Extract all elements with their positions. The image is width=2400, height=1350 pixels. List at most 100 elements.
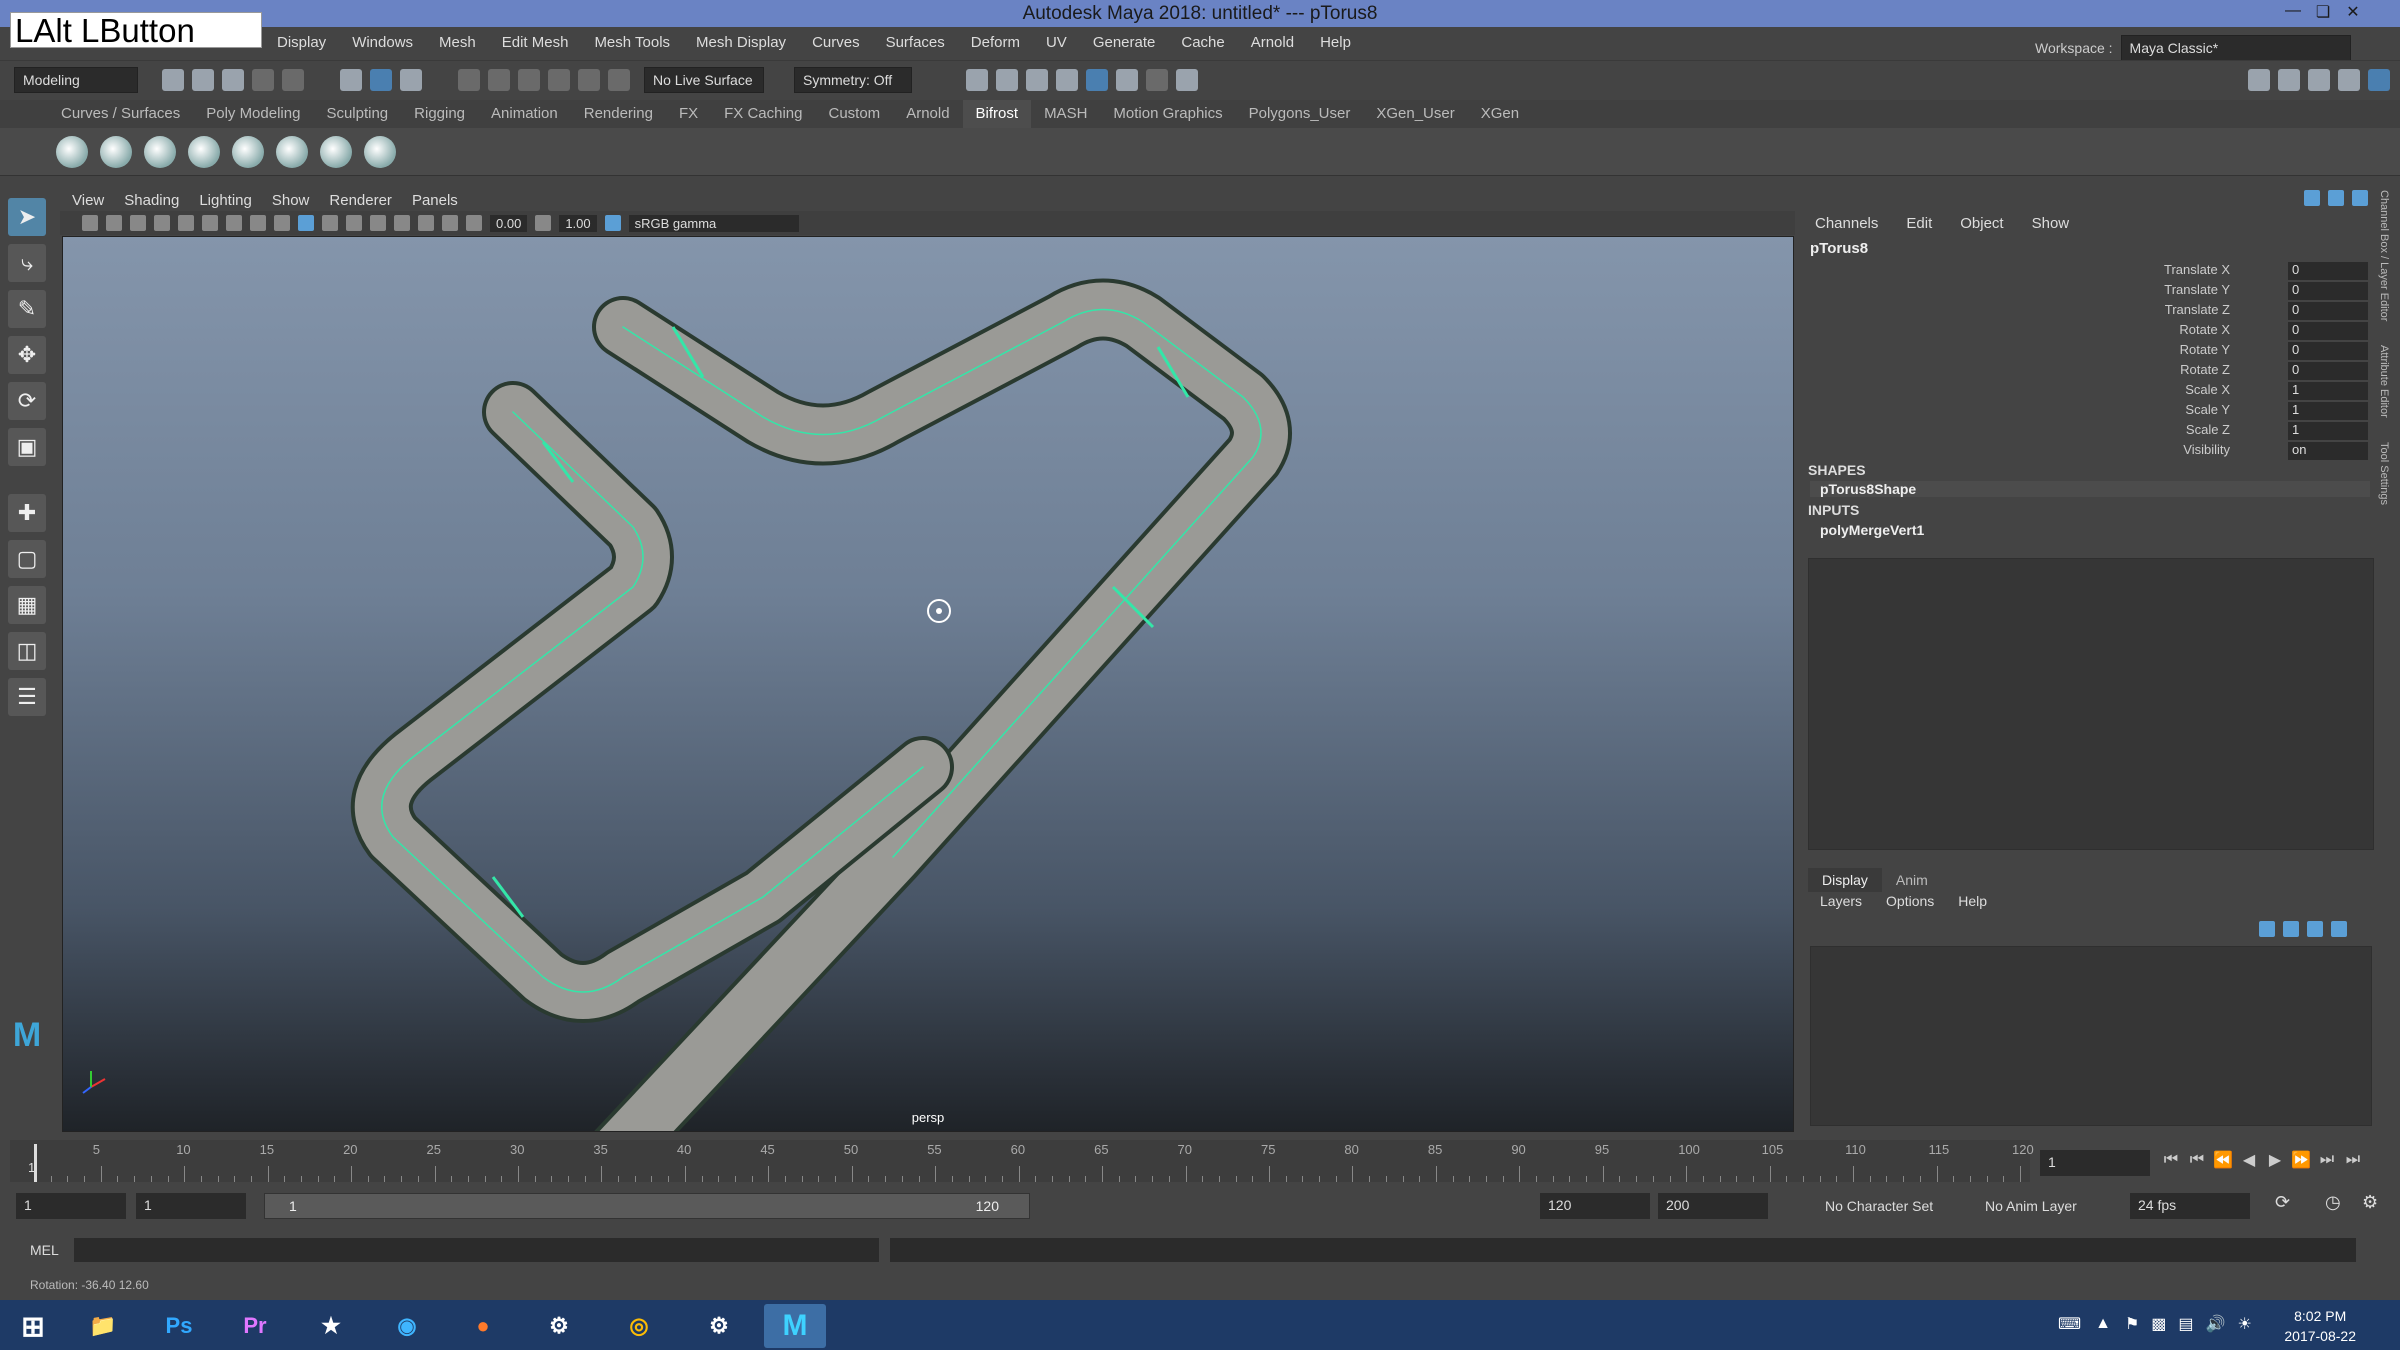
- device-icon[interactable]: ▩: [2151, 1314, 2166, 1334]
- bifrost-emitter-icon[interactable]: [144, 135, 176, 168]
- menu-deform[interactable]: Deform: [971, 34, 1020, 51]
- snap-grid-icon[interactable]: [458, 68, 480, 91]
- select-tool-icon[interactable]: ➤: [8, 198, 46, 236]
- side-tab-channel-box-layer-editor[interactable]: Channel Box / Layer Editor: [2378, 190, 2390, 321]
- resolution-gate-icon[interactable]: [226, 215, 242, 231]
- auto-key-icon[interactable]: ◷: [2325, 1192, 2341, 1213]
- attribute-value-field[interactable]: 0: [2288, 262, 2368, 280]
- flag-icon[interactable]: ⚑: [2125, 1314, 2139, 1334]
- lasso-tool-icon[interactable]: ⤷: [8, 244, 46, 282]
- minimize-button[interactable]: —: [2278, 2, 2308, 24]
- pause-viewport-icon[interactable]: [1176, 68, 1198, 91]
- single-view-icon[interactable]: ▢: [8, 540, 46, 578]
- taskbar-clock[interactable]: 8:02 PM 2017-08-22: [2284, 1306, 2356, 1346]
- workspace-selector[interactable]: Workspace : Maya Classic*: [2035, 35, 2351, 61]
- new-layer-icon[interactable]: [2307, 921, 2323, 937]
- symmetry-menu[interactable]: Symmetry: Off: [794, 66, 912, 93]
- restore-button[interactable]: ❏: [2308, 2, 2338, 24]
- bifrost-foam-icon[interactable]: [276, 135, 308, 168]
- command-input[interactable]: [74, 1238, 879, 1262]
- shelf-tab-motion-graphics[interactable]: Motion Graphics: [1100, 100, 1235, 128]
- channel-box-menu-show[interactable]: Show: [2032, 215, 2070, 232]
- attribute-value-field[interactable]: 1: [2288, 382, 2368, 400]
- snap-point-icon[interactable]: [518, 68, 540, 91]
- shelf-tab-mash[interactable]: MASH: [1031, 100, 1100, 128]
- attribute-row-translate-y[interactable]: Translate Y 0: [1990, 282, 2380, 302]
- shadows-icon[interactable]: [370, 215, 386, 231]
- layer-tab-display[interactable]: Display: [1808, 868, 1882, 892]
- bookmark-icon[interactable]: [130, 215, 146, 231]
- bifrost-aero-icon[interactable]: [100, 135, 132, 168]
- film-gate-icon[interactable]: [202, 215, 218, 231]
- viewport-menu-shading[interactable]: Shading: [124, 192, 179, 209]
- open-scene-icon[interactable]: [192, 68, 214, 91]
- chrome-icon[interactable]: ◎: [608, 1304, 670, 1348]
- move-layer-up-icon[interactable]: [2259, 921, 2275, 937]
- render-setup-icon[interactable]: [1116, 68, 1138, 91]
- viewport-menu-show[interactable]: Show: [272, 192, 310, 209]
- attribute-value-field[interactable]: 0: [2288, 322, 2368, 340]
- shelf-tab-curves-surfaces[interactable]: Curves / Surfaces: [48, 100, 193, 128]
- channel-box-menu-object[interactable]: Object: [1960, 215, 2003, 232]
- menu-arnold[interactable]: Arnold: [1251, 34, 1294, 51]
- select-component-icon[interactable]: [400, 68, 422, 91]
- step-back-icon[interactable]: ⏮: [2184, 1151, 2210, 1169]
- paint-select-tool-icon[interactable]: ✎: [8, 290, 46, 328]
- shelf-tab-xgen[interactable]: XGen: [1468, 100, 1532, 128]
- gamma-field[interactable]: 1.00: [559, 214, 597, 232]
- layer-menu-options[interactable]: Options: [1886, 893, 1934, 909]
- colorspace-dropdown[interactable]: sRGB gamma: [628, 214, 799, 232]
- side-by-side-icon[interactable]: ◫: [8, 632, 46, 670]
- shelf-tab-custom[interactable]: Custom: [816, 100, 894, 128]
- exposure-icon[interactable]: [466, 215, 482, 231]
- new-scene-icon[interactable]: [162, 68, 184, 91]
- command-language-label[interactable]: MEL: [30, 1242, 59, 1258]
- attribute-value-field[interactable]: on: [2288, 442, 2368, 460]
- layer-tab-anim[interactable]: Anim: [1882, 868, 1942, 892]
- menu-mesh-display[interactable]: Mesh Display: [696, 34, 786, 51]
- workspace-dropdown[interactable]: Maya Classic*: [2120, 35, 2351, 61]
- attribute-row-translate-z[interactable]: Translate Z 0: [1990, 302, 2380, 322]
- xray-icon[interactable]: [442, 215, 458, 231]
- side-tab-attribute-editor[interactable]: Attribute Editor: [2378, 345, 2390, 418]
- playback-end-field[interactable]: 120: [1540, 1193, 1650, 1219]
- isolate-select-icon[interactable]: [418, 215, 434, 231]
- attribute-row-visibility[interactable]: Visibility on: [1990, 442, 2380, 462]
- keyboard-icon[interactable]: ⌨: [2058, 1314, 2081, 1334]
- viewport-menu-view[interactable]: View: [72, 192, 104, 209]
- go-to-end-icon[interactable]: ⏭: [2340, 1151, 2366, 1169]
- rotate-tool-icon[interactable]: ⟳: [8, 382, 46, 420]
- shelf-tab-poly-modeling[interactable]: Poly Modeling: [193, 100, 313, 128]
- tray-expand-icon[interactable]: ▲: [2095, 1315, 2111, 1333]
- lights-icon[interactable]: [346, 215, 362, 231]
- new-layer-selected-icon[interactable]: [2331, 921, 2347, 937]
- go-to-start-icon[interactable]: ⏮: [2158, 1151, 2184, 1169]
- step-back-key-icon[interactable]: ⏪: [2210, 1150, 2236, 1170]
- attribute-row-scale-z[interactable]: Scale Z 1: [1990, 422, 2380, 442]
- origin-icon[interactable]: ●: [452, 1304, 514, 1348]
- network-icon[interactable]: ▤: [2178, 1314, 2193, 1334]
- bifrost-mesh-icon[interactable]: [320, 135, 352, 168]
- grid-icon[interactable]: [178, 215, 194, 231]
- bifrost-collider-icon[interactable]: [188, 135, 220, 168]
- shelf-tab-xgen-user[interactable]: XGen_User: [1363, 100, 1467, 128]
- attribute-row-scale-x[interactable]: Scale X 1: [1990, 382, 2380, 402]
- unreal-icon[interactable]: ⚙: [688, 1304, 750, 1348]
- camera-lock-icon[interactable]: [106, 215, 122, 231]
- shelf-tab-polygons-user[interactable]: Polygons_User: [1236, 100, 1364, 128]
- character-controls-icon[interactable]: [2278, 68, 2300, 91]
- attribute-value-field[interactable]: 0: [2288, 342, 2368, 360]
- float-panel-icon[interactable]: [2352, 190, 2368, 206]
- ipr-render-icon[interactable]: [1026, 68, 1048, 91]
- snap-surface-icon[interactable]: [578, 68, 600, 91]
- fps-menu[interactable]: 24 fps: [2130, 1193, 2250, 1219]
- attribute-row-rotate-z[interactable]: Rotate Z 0: [1990, 362, 2380, 382]
- mode-menu[interactable]: Modeling: [14, 66, 138, 93]
- textured-icon[interactable]: [322, 215, 338, 231]
- persp-viewport[interactable]: persp: [62, 236, 1794, 1132]
- shape-node[interactable]: pTorus8Shape: [1810, 481, 2370, 497]
- render-view-icon[interactable]: [1056, 68, 1078, 91]
- input-node[interactable]: polyMergeVert1: [1820, 522, 1924, 538]
- shelf-tab-arnold[interactable]: Arnold: [893, 100, 962, 128]
- playback-start-field[interactable]: 1: [136, 1193, 246, 1219]
